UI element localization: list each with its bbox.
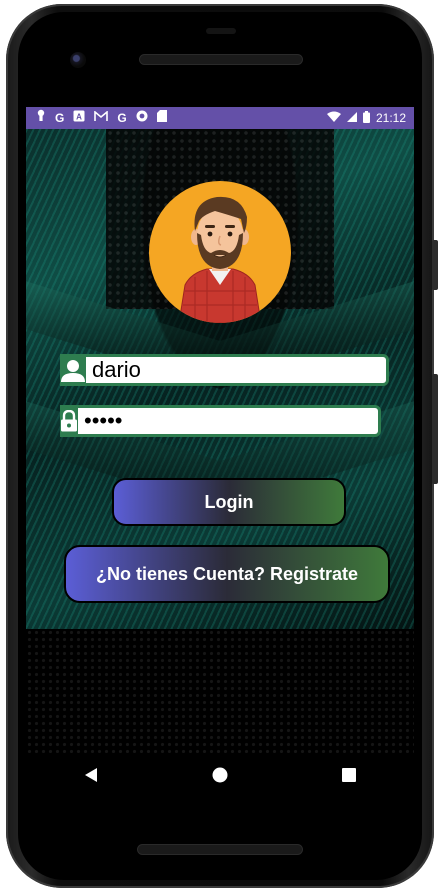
lock-icon: [60, 405, 78, 437]
navigation-bar: [26, 753, 414, 797]
login-button[interactable]: Login: [112, 478, 346, 526]
home-button[interactable]: [200, 755, 240, 795]
empty-screen-area: [26, 629, 414, 753]
signal-icon: [346, 111, 357, 125]
translate-icon: A: [73, 107, 85, 129]
battery-icon: [362, 110, 370, 126]
system-status: 21:12: [326, 110, 414, 126]
chrome-icon: [136, 107, 148, 129]
login-background: Login ¿No tienes Cuenta? Registrate: [26, 129, 414, 629]
earpiece-speaker: [140, 55, 302, 64]
wifi-icon: [326, 111, 341, 125]
man-illustration-icon: [178, 196, 262, 323]
recents-square-icon: [342, 768, 357, 782]
recents-button[interactable]: [329, 755, 369, 795]
username-row: [60, 354, 389, 386]
password-input[interactable]: [78, 405, 381, 437]
user-icon: [60, 354, 86, 386]
register-button[interactable]: ¿No tienes Cuenta? Registrate: [64, 545, 390, 603]
device-screen: G A G 21:12 dario Login ¿No tienes Cuent…: [26, 107, 414, 753]
username-input[interactable]: [86, 354, 389, 386]
user-avatar: [149, 181, 291, 323]
back-triangle-icon: [84, 768, 97, 782]
gmail-icon: [94, 107, 109, 129]
bottom-speaker: [138, 845, 302, 854]
keyhole-icon: [36, 107, 46, 129]
volume-button: [432, 374, 438, 484]
status-clock: 21:12: [375, 111, 406, 125]
notification-icons: G A G: [26, 107, 167, 129]
back-button[interactable]: [71, 755, 111, 795]
sd-card-icon: [156, 107, 167, 129]
top-notch: [206, 28, 236, 34]
google-icon: G: [55, 111, 65, 125]
home-circle-icon: [212, 767, 228, 783]
google-icon: G: [117, 111, 127, 125]
front-camera: [70, 52, 86, 68]
password-row: [60, 405, 381, 437]
svg-text:A: A: [76, 113, 82, 122]
power-button: [432, 240, 438, 290]
status-bar: G A G 21:12: [26, 107, 414, 129]
